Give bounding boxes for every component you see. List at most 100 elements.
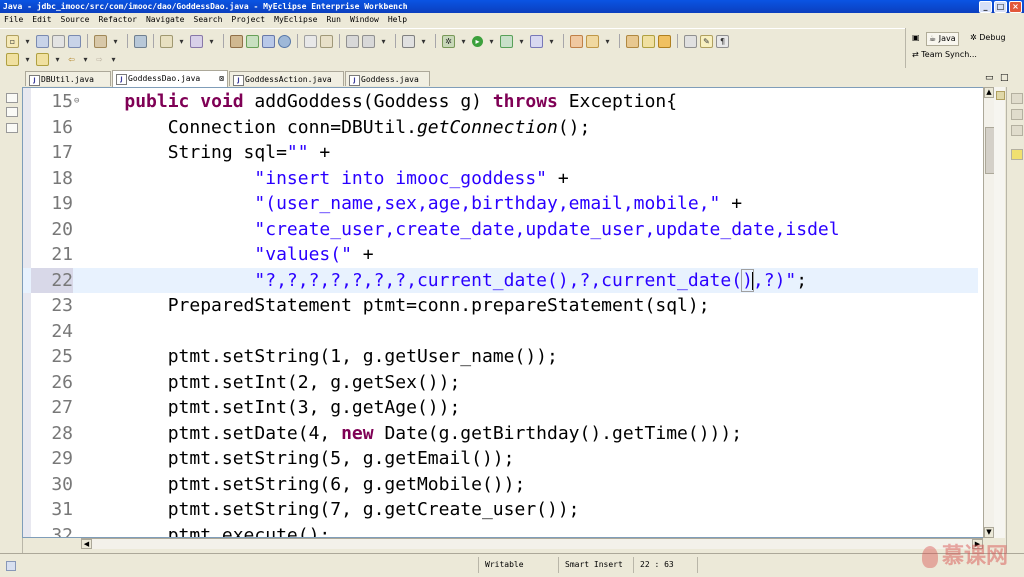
scroll-left-icon[interactable]: ◀ [81, 539, 92, 549]
code-line[interactable]: 23 PreparedStatement ptmt=conn.prepareSt… [23, 293, 978, 319]
code-line[interactable]: 31 ptmt.setString(7, g.getCreate_user())… [23, 497, 978, 523]
code-line[interactable]: 22 "?,?,?,?,?,?,?,current_date(),?,curre… [23, 267, 978, 294]
fast-view-icon[interactable] [6, 561, 16, 571]
back-icon[interactable]: ⇦ [66, 54, 77, 65]
code-text[interactable]: Connection conn=DBUtil.getConnection(); [81, 115, 591, 141]
copy-icon[interactable] [304, 34, 317, 48]
settings-icon[interactable] [362, 34, 375, 48]
console-icon[interactable] [402, 34, 415, 48]
perspective-debug[interactable]: ✲ Debug [970, 32, 1006, 44]
toggle-mark-icon[interactable] [684, 34, 697, 48]
menu-project[interactable]: Project [227, 13, 270, 27]
code-line[interactable]: 26 ptmt.setInt(2, g.getSex()); [23, 370, 978, 396]
code-line[interactable]: 15 ⊖ public void addGoddess(Goddess g) th… [23, 89, 978, 115]
menu-run[interactable]: Run [322, 13, 345, 27]
forward-icon[interactable]: ⇨ [94, 54, 105, 65]
menu-window[interactable]: Window [346, 13, 384, 27]
toggle-block-icon[interactable]: ✎ [700, 34, 713, 48]
code-text[interactable]: "?,?,?,?,?,?,?,current_date(),?,current_… [81, 268, 807, 294]
run-icon[interactable]: ▸ [472, 35, 483, 47]
fold-marker-icon[interactable]: ⊖ [74, 89, 79, 115]
dropdown-arrow-icon[interactable]: ▾ [378, 36, 389, 47]
package-explorer-icon[interactable] [6, 107, 18, 117]
code-line[interactable]: 25 ptmt.setString(1, g.getUser_name()); [23, 344, 978, 370]
menu-source[interactable]: Source [57, 13, 95, 27]
dropdown-arrow-icon[interactable]: ▾ [516, 36, 527, 47]
dropdown-arrow-icon[interactable]: ▾ [206, 36, 217, 47]
tab-goddessaction[interactable]: J GoddessAction.java [229, 71, 344, 86]
menu-refactor[interactable]: Refactor [94, 13, 142, 27]
code-text[interactable]: ptmt.setInt(3, g.getAge()); [81, 395, 461, 421]
package-icon[interactable] [230, 34, 243, 48]
paste-icon[interactable] [320, 34, 333, 48]
code-line[interactable]: 27 ptmt.setInt(3, g.getAge()); [23, 395, 978, 421]
perspective-team-sync[interactable]: ⇄ Team Synch... [912, 49, 977, 61]
new-wizard-icon[interactable] [160, 34, 173, 48]
code-text[interactable]: ptmt.setString(6, g.getMobile()); [81, 472, 526, 498]
code-text[interactable]: "insert into imooc_goddess" + [81, 166, 568, 192]
code-line[interactable]: 24 [23, 319, 978, 345]
print-icon[interactable] [52, 34, 65, 48]
code-text[interactable]: ptmt.setString(1, g.getUser_name()); [81, 344, 558, 370]
minimize-button[interactable]: _ [979, 1, 992, 13]
code-editor[interactable]: 15 ⊖ public void addGoddess(Goddess g) th… [22, 87, 1005, 538]
new-class-icon[interactable] [586, 34, 599, 48]
dropdown-arrow-icon[interactable]: ▾ [602, 36, 613, 47]
properties-icon[interactable] [346, 34, 359, 48]
code-text[interactable]: "create_user,create_date,update_user,upd… [81, 217, 839, 243]
code-text[interactable]: ptmt.execute(); [81, 523, 331, 538]
dropdown-arrow-icon[interactable]: ▾ [22, 36, 33, 47]
scroll-down-icon[interactable]: ▼ [984, 527, 994, 538]
outline-icon[interactable] [6, 123, 18, 133]
highlight-icon[interactable] [658, 34, 671, 48]
perspective-java[interactable]: ☕ Java [926, 32, 959, 46]
code-line[interactable]: 32 ptmt.execute(); [23, 523, 978, 538]
server-icon[interactable] [134, 34, 147, 48]
close-button[interactable]: × [1009, 1, 1022, 13]
deploy-icon[interactable] [94, 34, 107, 48]
code-text[interactable]: public void addGoddess(Goddess g) throws… [81, 89, 677, 115]
code-line[interactable]: 17 String sql="" + [23, 140, 978, 166]
new-icon[interactable]: ▫ [6, 34, 19, 48]
tab-goddessdao[interactable]: J GoddessDao.java ⊠ [112, 70, 228, 87]
dropdown-arrow-icon[interactable]: ▾ [458, 36, 469, 47]
run-external-icon[interactable] [500, 34, 513, 48]
code-line[interactable]: 29 ptmt.setString(5, g.getEmail()); [23, 446, 978, 472]
code-line[interactable]: 18 "insert into imooc_goddess" + [23, 166, 978, 192]
tab-dbutil[interactable]: J DBUtil.java [25, 71, 111, 86]
open-type-icon[interactable] [190, 34, 203, 48]
prev-annotation-icon[interactable] [36, 52, 49, 66]
outline-view-icon[interactable] [1011, 109, 1023, 120]
restore-icon[interactable] [6, 93, 18, 103]
show-whitespace-icon[interactable]: ¶ [716, 34, 729, 48]
menu-edit[interactable]: Edit [28, 13, 56, 27]
code-line[interactable]: 28 ptmt.setDate(4, new Date(g.getBirthda… [23, 421, 978, 447]
menu-search[interactable]: Search [190, 13, 228, 27]
scroll-up-icon[interactable]: ▲ [984, 87, 994, 98]
code-text[interactable]: "(user_name,sex,age,birthday,email,mobil… [81, 191, 742, 217]
annotation-icon[interactable] [1011, 149, 1023, 160]
minimize-editor-icon[interactable]: ▭ [985, 73, 994, 83]
maximize-editor-icon[interactable]: □ [1000, 73, 1009, 83]
dropdown-arrow-icon[interactable]: ▾ [52, 54, 63, 65]
menu-navigate[interactable]: Navigate [142, 13, 190, 27]
dropdown-arrow-icon[interactable]: ▾ [22, 54, 33, 65]
next-annotation-icon[interactable] [6, 52, 19, 66]
menu-file[interactable]: File [0, 13, 28, 27]
task-list-icon[interactable] [1011, 125, 1023, 136]
tab-goddess[interactable]: J Goddess.java [345, 71, 430, 86]
dropdown-arrow-icon[interactable]: ▾ [546, 36, 557, 47]
dropdown-arrow-icon[interactable]: ▾ [108, 54, 119, 65]
interface-icon[interactable] [262, 34, 275, 48]
open-task-icon[interactable] [626, 34, 639, 48]
code-text[interactable]: "values(" + [81, 242, 373, 268]
dropdown-arrow-icon[interactable]: ▾ [486, 36, 497, 47]
dropdown-arrow-icon[interactable]: ▾ [176, 36, 187, 47]
close-tab-icon[interactable]: ⊠ [219, 71, 224, 86]
dropdown-arrow-icon[interactable]: ▾ [80, 54, 91, 65]
save-all-icon[interactable] [68, 34, 81, 48]
open-perspective-icon[interactable]: ▣ [912, 32, 920, 44]
menu-help[interactable]: Help [384, 13, 412, 27]
code-line[interactable]: 30 ptmt.setString(6, g.getMobile()); [23, 472, 978, 498]
search-icon[interactable] [530, 34, 543, 48]
